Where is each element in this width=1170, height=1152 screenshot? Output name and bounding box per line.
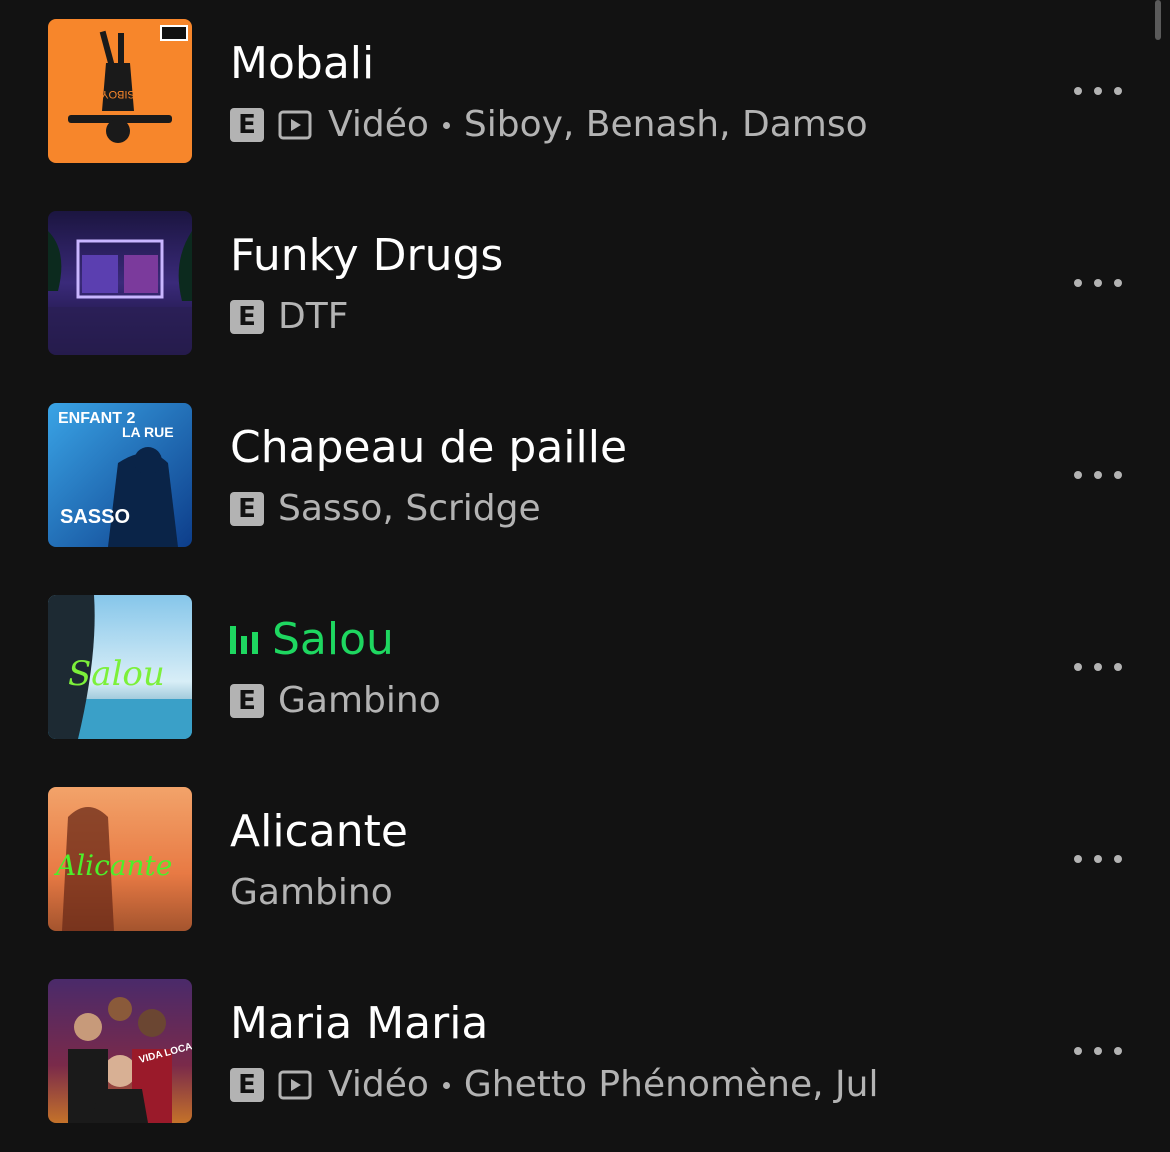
track-row-funky-drugs[interactable]: Funky Drugs E DTF [0,192,1170,384]
explicit-badge-icon: E [230,684,264,718]
track-row-maria-maria[interactable]: VIDA LOCA Maria Maria E Vidéo Ghetto Phé… [0,960,1170,1152]
album-cover: SIBOY [48,19,192,163]
equalizer-icon [230,626,258,654]
track-title-text[interactable]: Chapeau de paille [230,420,627,476]
cover-art-image: Salou [48,595,192,739]
track-title[interactable]: Alicante [230,804,408,860]
cover-art-image [48,211,192,355]
album-cover [48,211,192,355]
track-artists[interactable]: Gambino [278,678,441,724]
video-play-icon [278,108,312,142]
video-label: Vidéo [328,104,429,145]
explicit-badge-icon: E [230,1068,264,1102]
more-options-icon[interactable] [1066,266,1130,300]
scrollbar[interactable] [1155,0,1161,40]
video-label: Vidéo [328,1064,429,1105]
album-cover: VIDA LOCA [48,979,192,1123]
track-title[interactable]: Mobali [230,36,374,92]
cover-text: LA RUE [122,424,174,440]
track-title[interactable]: Maria Maria [230,996,488,1052]
cover-art-image: ENFANT 2 LA RUE SASSO [48,403,192,547]
track-title-text[interactable]: Funky Drugs [230,228,503,284]
track-artists[interactable]: Siboy, Benash, Damso [464,102,868,148]
track-row-salou[interactable]: Salou Salou E Gambino [0,576,1170,768]
more-options-icon[interactable] [1066,842,1130,876]
track-subtitle: E Gambino [230,678,441,724]
track-subtitle: E Vidéo Siboy, Benash, Damso [230,102,868,148]
cover-art-image: SIBOY [48,19,192,163]
track-title[interactable]: Chapeau de paille [230,420,627,476]
cover-text: SIBOY [101,88,135,100]
track-row-alicante[interactable]: Alicante Alicante Gambino [0,768,1170,960]
more-options-icon[interactable] [1066,650,1130,684]
more-options-icon[interactable] [1066,1034,1130,1068]
track-title[interactable]: Salou [230,612,394,668]
track-subtitle: E Sasso, Scridge [230,486,541,532]
track-subtitle: E Vidéo Ghetto Phénomène, Jul [230,1062,878,1108]
track-subtitle: Gambino [230,870,393,916]
track-title[interactable]: Funky Drugs [230,228,503,284]
cover-text: Alicante [53,849,172,882]
more-options-icon[interactable] [1066,458,1130,492]
separator-dot-icon [442,1081,450,1089]
track-title-text[interactable]: Mobali [230,36,374,92]
separator-dot-icon [442,121,450,129]
track-row-chapeau-de-paille[interactable]: ENFANT 2 LA RUE SASSO Chapeau de paille … [0,384,1170,576]
track-title-text[interactable]: Salou [272,612,394,668]
track-title-text[interactable]: Alicante [230,804,408,860]
explicit-badge-icon: E [230,492,264,526]
track-artists[interactable]: DTF [278,294,348,340]
video-play-icon [278,1068,312,1102]
track-artists[interactable]: Ghetto Phénomène, Jul [464,1062,879,1108]
track-artists[interactable]: Sasso, Scridge [278,486,541,532]
more-options-icon[interactable] [1066,74,1130,108]
album-cover: Alicante [48,787,192,931]
album-cover: ENFANT 2 LA RUE SASSO [48,403,192,547]
cover-text: SASSO [60,506,130,528]
track-title-text[interactable]: Maria Maria [230,996,488,1052]
track-subtitle: E DTF [230,294,348,340]
album-cover: Salou [48,595,192,739]
track-list: SIBOY Mobali E Vidéo Siboy, Benash, Dams… [0,0,1170,1136]
explicit-badge-icon: E [230,108,264,142]
cover-art-image: Alicante [48,787,192,931]
track-row-mobali[interactable]: SIBOY Mobali E Vidéo Siboy, Benash, Dams… [0,0,1170,192]
track-artists[interactable]: Gambino [230,870,393,916]
cover-text: Salou [68,654,165,694]
explicit-badge-icon: E [230,300,264,334]
cover-art-image: VIDA LOCA [48,979,192,1123]
